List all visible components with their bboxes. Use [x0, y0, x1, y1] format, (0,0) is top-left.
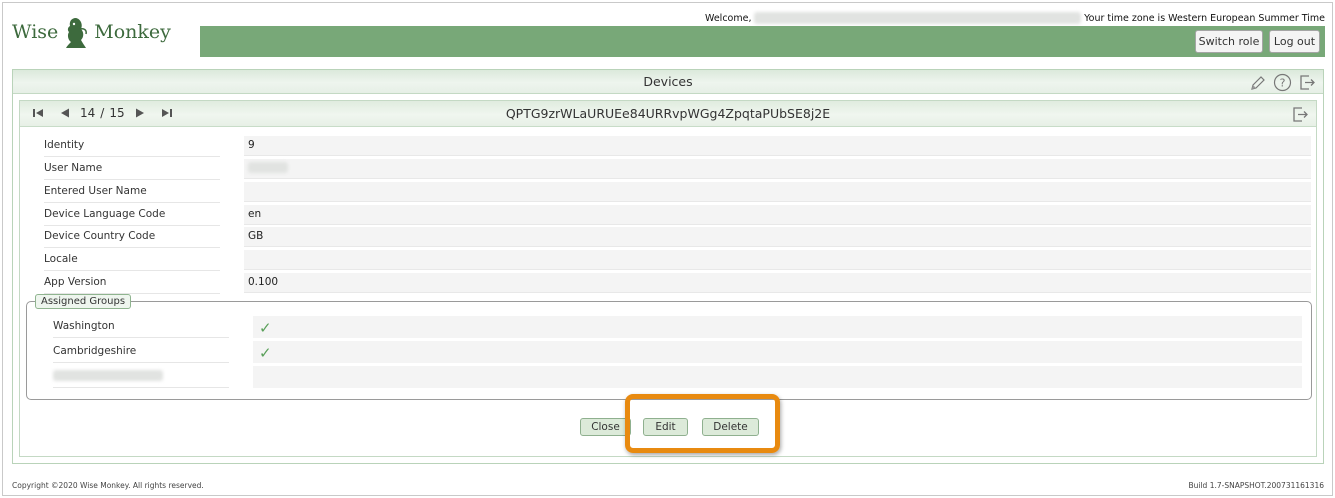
field-label: Entered User Name [44, 185, 220, 203]
field-label: User Name [44, 162, 220, 180]
welcome-label: Welcome, [705, 12, 752, 24]
welcome-line: Welcome, Your time zone is Western Europ… [705, 12, 1325, 24]
svg-text:?: ? [1280, 77, 1286, 90]
copyright-text: Copyright ©2020 Wise Monkey. All rights … [12, 481, 204, 490]
previous-record-icon[interactable] [59, 107, 71, 119]
panel-header: Devices ? [13, 70, 1323, 94]
checkmark-icon: ✓ [259, 319, 272, 337]
redacted-group-name [53, 370, 163, 381]
record-panel: 14 / 15 QPTG9zrWLaURUEe84URRvpWGg4ZpqtaP… [19, 100, 1317, 457]
group-value: ✓ [253, 316, 1302, 338]
field-row-identity: Identity 9 [20, 135, 1318, 157]
field-value: en [244, 205, 1311, 225]
field-label: Device Language Code [44, 208, 220, 226]
record-header: 14 / 15 QPTG9zrWLaURUEe84URRvpWGg4ZpqtaP… [20, 101, 1316, 127]
group-label [53, 370, 229, 388]
field-value [244, 250, 1311, 270]
field-row-app-version: App Version 0.100 [20, 272, 1318, 294]
panel-toolbar: ? [1249, 73, 1317, 92]
field-row-locale: Locale [20, 249, 1318, 271]
group-value [253, 366, 1302, 388]
field-label: Locale [44, 253, 220, 271]
field-value [244, 182, 1311, 202]
devices-panel: Devices ? 14 / 15 QPTG9zrWLaURUEe84URRvp… [12, 69, 1324, 464]
pager-total: 15 [109, 106, 125, 120]
help-icon[interactable]: ? [1273, 73, 1292, 92]
delete-button[interactable]: Delete [702, 418, 759, 436]
logo: Wise Monkey [12, 12, 171, 52]
build-text: Build 1.7-SNAPSHOT.200731161316 [1188, 481, 1324, 490]
group-label: Cambridgeshire [53, 345, 229, 363]
redacted-user-name-value [248, 162, 288, 173]
panel-title: Devices [643, 74, 693, 89]
field-row-entered-user-name: Entered User Name [20, 181, 1318, 203]
field-label: App Version [44, 276, 220, 294]
logo-word-left: Wise [12, 21, 59, 43]
last-record-icon[interactable] [161, 107, 173, 119]
logo-word-right: Monkey [94, 21, 171, 43]
assigned-groups-fieldset: Assigned Groups Washington ✓ Cambridgesh… [26, 294, 1312, 400]
record-pager: 14 / 15 [32, 106, 173, 120]
header-bar [200, 26, 1325, 57]
group-row-redacted [27, 366, 1311, 388]
field-label: Device Country Code [44, 230, 220, 248]
pencil-icon[interactable] [1249, 74, 1267, 92]
field-value [244, 159, 1311, 179]
export-icon[interactable] [1298, 73, 1317, 92]
field-value: 0.100 [244, 273, 1311, 293]
field-row-user-name: User Name [20, 158, 1318, 180]
close-button[interactable]: Close [580, 418, 631, 436]
group-value: ✓ [253, 341, 1302, 363]
next-record-icon[interactable] [134, 107, 146, 119]
field-value: 9 [244, 136, 1311, 156]
timezone-text: Your time zone is Western European Summe… [1084, 12, 1325, 24]
first-record-icon[interactable] [32, 107, 44, 119]
switch-role-button[interactable]: Switch role [1195, 30, 1263, 53]
group-row-cambridgeshire: Cambridgeshire ✓ [27, 341, 1311, 363]
checkmark-icon: ✓ [259, 344, 272, 362]
assigned-groups-legend: Assigned Groups [35, 294, 132, 309]
group-row-washington: Washington ✓ [27, 316, 1311, 338]
field-row-language-code: Device Language Code en [20, 204, 1318, 226]
pager-current: 14 [80, 106, 96, 120]
redacted-user-name [754, 12, 1082, 24]
field-row-country-code: Device Country Code GB [20, 226, 1318, 248]
edit-button[interactable]: Edit [643, 418, 688, 436]
record-export-icon[interactable] [1291, 105, 1310, 124]
log-out-button[interactable]: Log out [1269, 30, 1320, 53]
group-label: Washington [53, 320, 229, 338]
record-title: QPTG9zrWLaURUEe84URRvpWGg4ZpqtaPUbSE8j2E [505, 106, 831, 121]
field-value: GB [244, 227, 1311, 247]
monkey-logo-icon [66, 18, 88, 48]
pager-separator: / [100, 106, 105, 120]
field-label: Identity [44, 139, 220, 157]
